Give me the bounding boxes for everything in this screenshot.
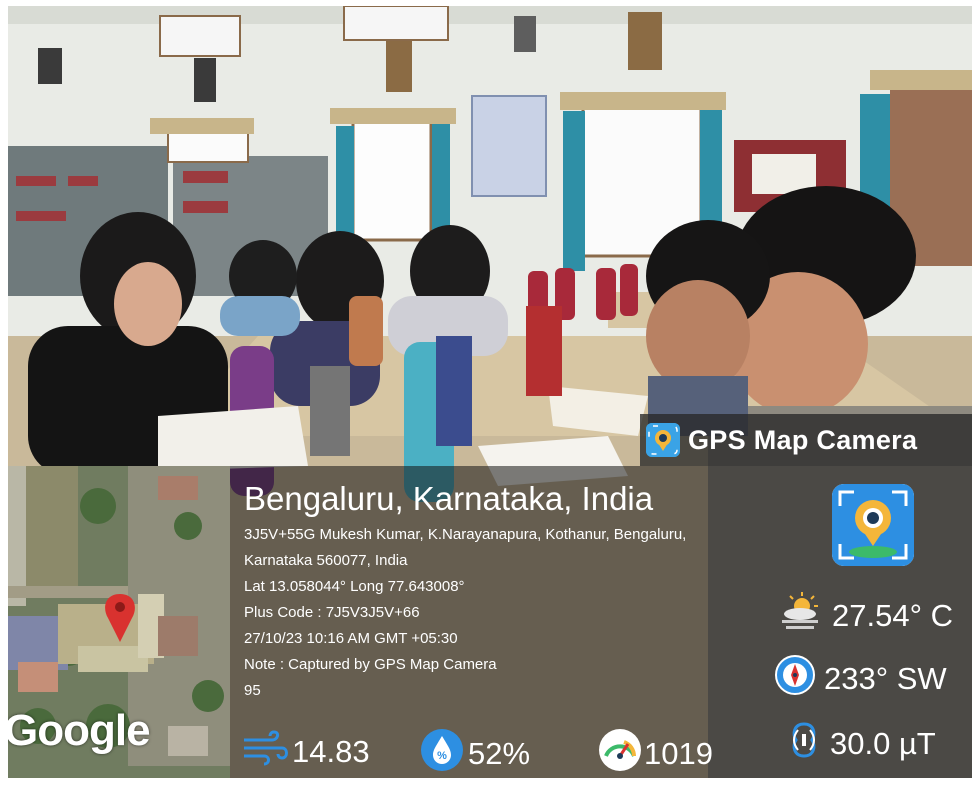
magnetic-value: 30.0 µT (830, 726, 936, 761)
note: Note : Captured by GPS Map Camera (244, 656, 497, 673)
app-logo-icon (832, 484, 914, 566)
datetime: 27/10/23 10:16 AM GMT +05:30 (244, 630, 458, 647)
location-map[interactable]: Google (8, 466, 230, 778)
pressure-stat: 1019 (598, 728, 713, 780)
temperature-stat: 27.54° C (778, 592, 953, 640)
wind-stat: 14.83 (242, 728, 370, 776)
humidity-value: 52% (468, 736, 531, 771)
direction-value: 233° SW (824, 661, 947, 696)
gauge-icon (598, 728, 642, 780)
note-extra: 95 (244, 682, 261, 699)
app-banner: GPS Map Camera (640, 414, 972, 466)
magnet-field-icon (786, 720, 822, 768)
pressure-value: 1019 (644, 736, 713, 771)
coordinates: Lat 13.058044° Long 77.643008° (244, 578, 465, 595)
humidity-drop-icon: % (420, 728, 464, 780)
address-line-2: Karnataka 560077, India (244, 552, 408, 569)
app-brand-label: GPS Map Camera (688, 424, 918, 455)
sun-cloud-icon (778, 592, 824, 640)
svg-text:%: % (437, 750, 447, 762)
wind-icon (242, 728, 288, 776)
compass-icon (774, 654, 816, 704)
plus-code: Plus Code : 7J5V3J5V+66 (244, 604, 420, 621)
google-logo: Google (8, 706, 151, 755)
wind-value: 14.83 (292, 734, 370, 769)
location-info: Bengaluru, Karnataka, India 3J5V+55G Muk… (244, 478, 686, 704)
address-line-1: 3J5V+55G Mukesh Kumar, K.Narayanapura, K… (244, 526, 687, 543)
photo-stamp: GPS Map Camera Google Bengaluru, Karnata… (0, 0, 974, 794)
temperature-value: 27.54° C (832, 598, 953, 633)
direction-stat: 233° SW (774, 654, 947, 704)
magnetic-stat: 30.0 µT (786, 720, 936, 768)
humidity-stat: % 52% (420, 728, 530, 780)
location-title: Bengaluru, Karnataka, India (244, 480, 654, 517)
map-pin-camera-icon (646, 423, 680, 457)
